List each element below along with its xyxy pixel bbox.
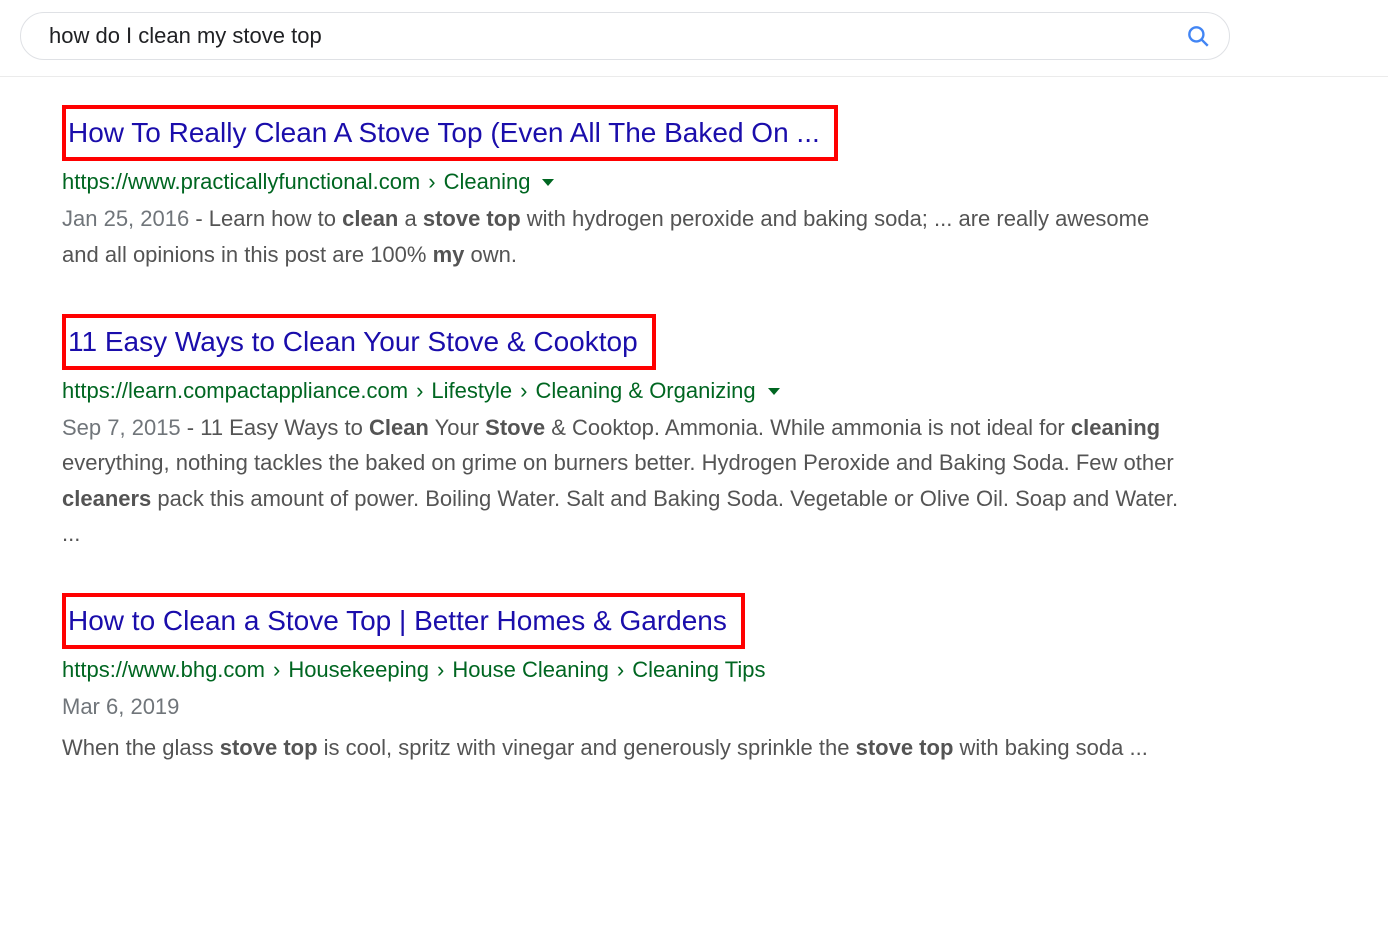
result-date: Mar 6, 2019 <box>62 694 179 719</box>
result-title-link[interactable]: 11 Easy Ways to Clean Your Stove & Cookt… <box>68 326 638 357</box>
result-url-line[interactable]: https://learn.compactappliance.com › Lifes… <box>62 378 1180 404</box>
breadcrumb-item: Lifestyle <box>431 378 512 404</box>
snippet-text: everything, nothing tackles the baked on… <box>62 450 1174 475</box>
result-title-link[interactable]: How to Clean a Stove Top | Better Homes … <box>68 605 727 636</box>
result-title-link[interactable]: How To Really Clean A Stove Top (Even Al… <box>68 117 820 148</box>
snippet-text: is cool, spritz with vinegar and generou… <box>318 735 856 760</box>
breadcrumb-separator: › <box>416 378 423 404</box>
snippet-bold: my <box>433 242 465 267</box>
result-url-line[interactable]: https://www.bhg.com › Housekeeping › House C… <box>62 657 1180 683</box>
snippet-text: Your <box>429 415 485 440</box>
breadcrumb-separator: › <box>617 657 624 683</box>
snippet-bold: cleaning <box>1071 415 1160 440</box>
result-url-base: https://www.practicallyfunctional.com <box>62 169 420 195</box>
breadcrumb-separator: › <box>428 169 435 195</box>
search-bar-container <box>0 0 1388 77</box>
snippet-bold: stove top <box>856 735 954 760</box>
snippet-bold: Stove <box>485 415 545 440</box>
snippet-text: & Cooktop. Ammonia. While ammonia is not… <box>545 415 1071 440</box>
result-url-base: https://www.bhg.com <box>62 657 265 683</box>
search-result: How to Clean a Stove Top | Better Homes … <box>62 593 1180 766</box>
snippet-text: When the glass <box>62 735 220 760</box>
snippet-text: a <box>398 206 422 231</box>
result-url-base: https://learn.compactappliance.com <box>62 378 408 404</box>
breadcrumb-item: Housekeeping <box>288 657 429 683</box>
snippet-text: with baking soda ... <box>953 735 1147 760</box>
breadcrumb-separator: › <box>437 657 444 683</box>
result-url-line[interactable]: https://www.practicallyfunctional.com › Cl… <box>62 169 1180 195</box>
result-snippet: Sep 7, 2015 - 11 Easy Ways to Clean Your… <box>62 410 1180 551</box>
search-result: 11 Easy Ways to Clean Your Stove & Cookt… <box>62 314 1180 551</box>
search-input[interactable] <box>47 22 1185 50</box>
snippet-text: pack this amount of power. Boiling Water… <box>62 486 1178 546</box>
search-icon[interactable] <box>1185 23 1211 49</box>
breadcrumb-item: Cleaning & Organizing <box>535 378 755 404</box>
breadcrumb-separator: › <box>520 378 527 404</box>
result-date: Jan 25, 2016 <box>62 206 189 231</box>
breadcrumb-item: Cleaning <box>444 169 531 195</box>
search-result: How To Really Clean A Stove Top (Even Al… <box>62 105 1180 272</box>
snippet-text: own. <box>464 242 517 267</box>
search-bar <box>20 12 1230 60</box>
result-date: Sep 7, 2015 <box>62 415 181 440</box>
snippet-text: - 11 Easy Ways to <box>181 415 369 440</box>
result-snippet: Jan 25, 2016 - Learn how to clean a stov… <box>62 201 1180 271</box>
breadcrumb-separator: › <box>273 657 280 683</box>
snippet-bold: stove top <box>220 735 318 760</box>
snippet-bold: Clean <box>369 415 429 440</box>
breadcrumb-item: Cleaning Tips <box>632 657 765 683</box>
snippet-text: - Learn how to <box>189 206 342 231</box>
result-title-highlight: How to Clean a Stove Top | Better Homes … <box>62 593 745 649</box>
results-list: How To Really Clean A Stove Top (Even Al… <box>0 77 1200 828</box>
breadcrumb-item: House Cleaning <box>452 657 609 683</box>
chevron-down-icon[interactable] <box>542 179 554 186</box>
snippet-bold: clean <box>342 206 398 231</box>
chevron-down-icon[interactable] <box>768 388 780 395</box>
result-date-line: Mar 6, 2019 <box>62 689 1180 724</box>
result-title-highlight: How To Really Clean A Stove Top (Even Al… <box>62 105 838 161</box>
snippet-bold: stove top <box>423 206 521 231</box>
result-title-highlight: 11 Easy Ways to Clean Your Stove & Cookt… <box>62 314 656 370</box>
result-snippet: When the glass stove top is cool, spritz… <box>62 730 1180 765</box>
snippet-bold: cleaners <box>62 486 151 511</box>
